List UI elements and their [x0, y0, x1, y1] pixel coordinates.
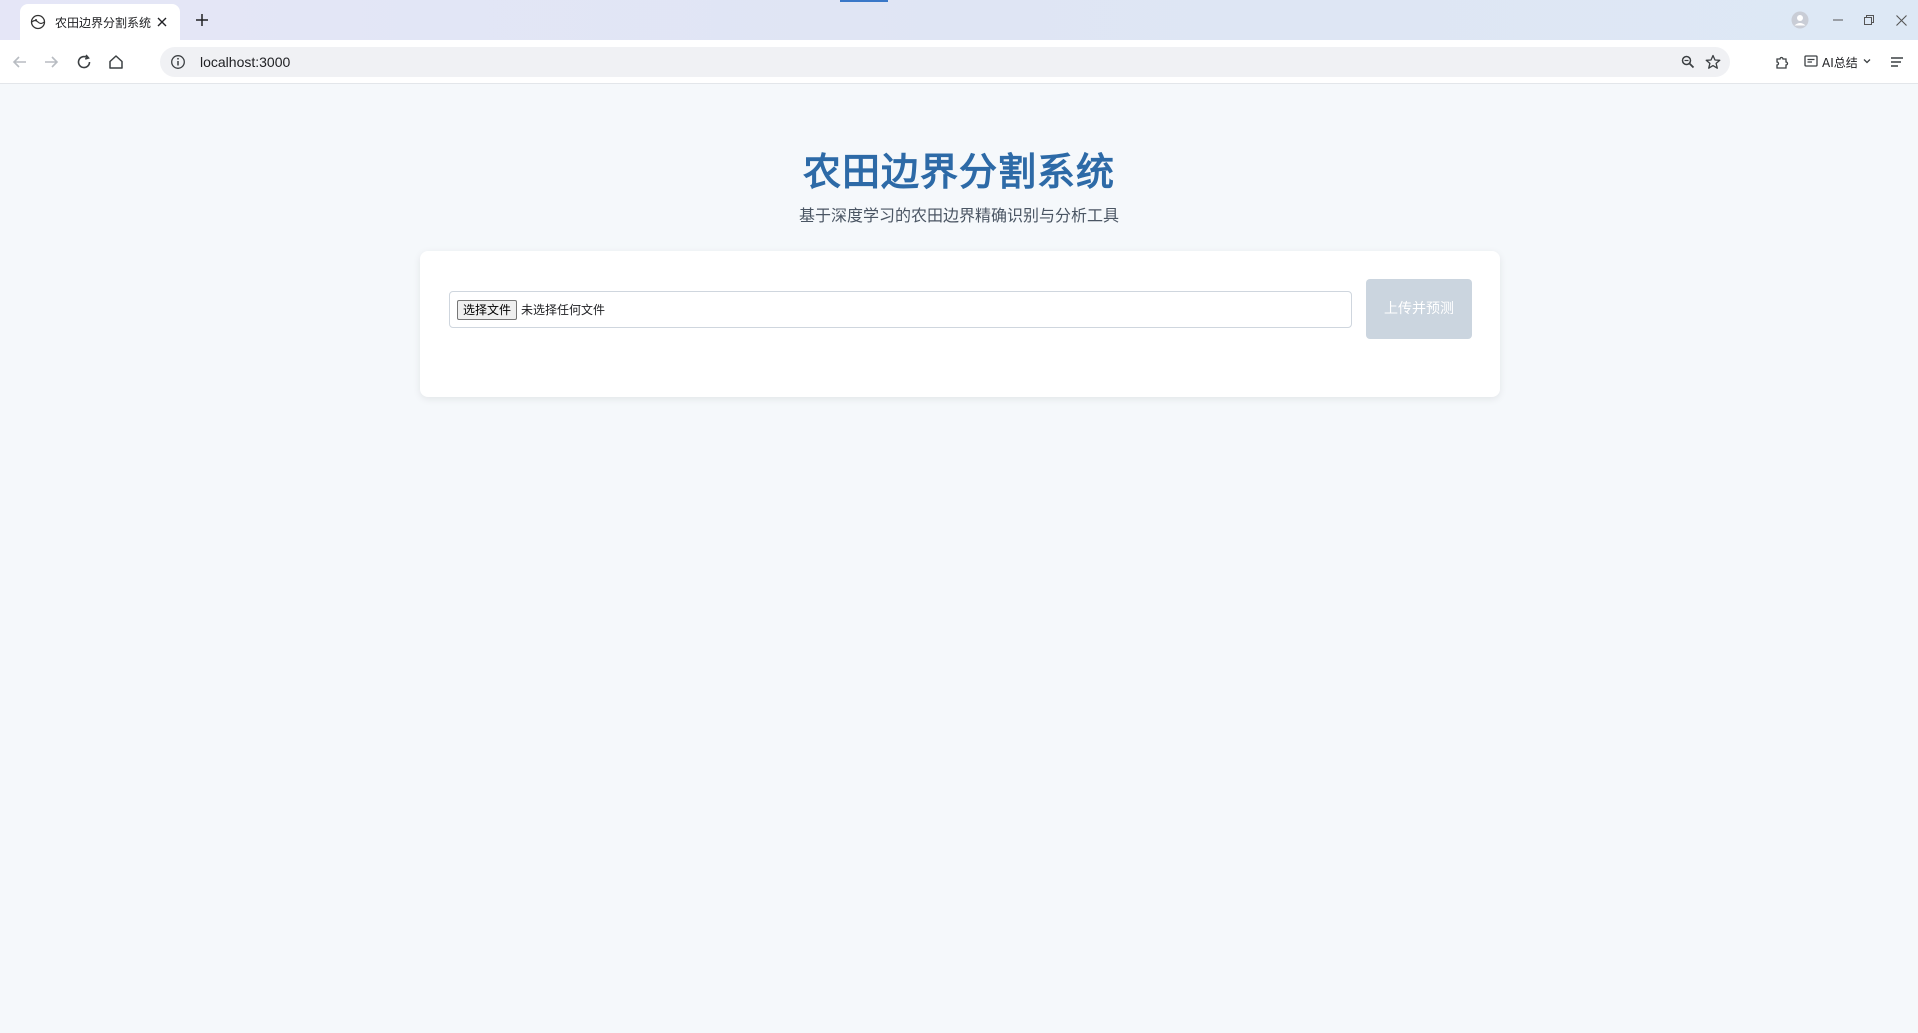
menu-icon[interactable]: [1886, 51, 1908, 73]
tab-drag-indicator: [840, 0, 888, 2]
page-subtitle: 基于深度学习的农田边界精确识别与分析工具: [798, 206, 1119, 225]
upload-card: 选择文件 未选择任何文件 上传并预测: [420, 251, 1500, 397]
page-title: 农田边界分割系统: [802, 150, 1115, 194]
back-arrow-icon[interactable]: [9, 51, 31, 73]
minimize-icon[interactable]: [1828, 10, 1848, 30]
info-icon[interactable]: [170, 54, 186, 70]
forward-arrow-icon[interactable]: [40, 51, 62, 73]
home-icon[interactable]: [105, 51, 127, 73]
upload-predict-button[interactable]: 上传并预测: [1366, 279, 1472, 339]
ai-summary-label: AI总结: [1822, 55, 1858, 70]
chevron-down-icon: [1862, 55, 1872, 69]
restore-icon[interactable]: [1859, 10, 1879, 30]
browser-toolbar: localhost:3000 AI总结: [0, 40, 1918, 84]
summary-doc-icon: [1804, 54, 1818, 71]
tab-title: 农田边界分割系统: [55, 15, 152, 30]
choose-file-button[interactable]: 选择文件: [457, 299, 518, 320]
no-file-selected-text: 未选择任何文件: [521, 303, 606, 317]
puzzle-icon[interactable]: [1771, 51, 1793, 73]
page-body: 农田边界分割系统 基于深度学习的农田边界精确识别与分析工具 选择文件 未选择任何…: [0, 85, 1918, 1033]
star-icon[interactable]: [1705, 54, 1721, 70]
address-bar[interactable]: localhost:3000: [160, 47, 1730, 77]
url-text[interactable]: localhost:3000: [200, 54, 290, 70]
ai-summary-button[interactable]: AI总结: [1804, 52, 1872, 72]
file-input[interactable]: 选择文件 未选择任何文件: [449, 291, 1352, 328]
new-tab-plus-icon[interactable]: [192, 10, 212, 30]
web-favicon-icon: [30, 14, 46, 30]
browser-tab-active[interactable]: 农田边界分割系统: [20, 4, 180, 40]
close-window-icon[interactable]: [1891, 10, 1911, 30]
close-tab-icon[interactable]: [154, 14, 170, 30]
profile-icon[interactable]: [1790, 10, 1810, 30]
browser-tab-strip: 农田边界分割系统: [0, 0, 1918, 40]
zoom-icon[interactable]: [1680, 54, 1696, 70]
reload-icon[interactable]: [73, 51, 95, 73]
